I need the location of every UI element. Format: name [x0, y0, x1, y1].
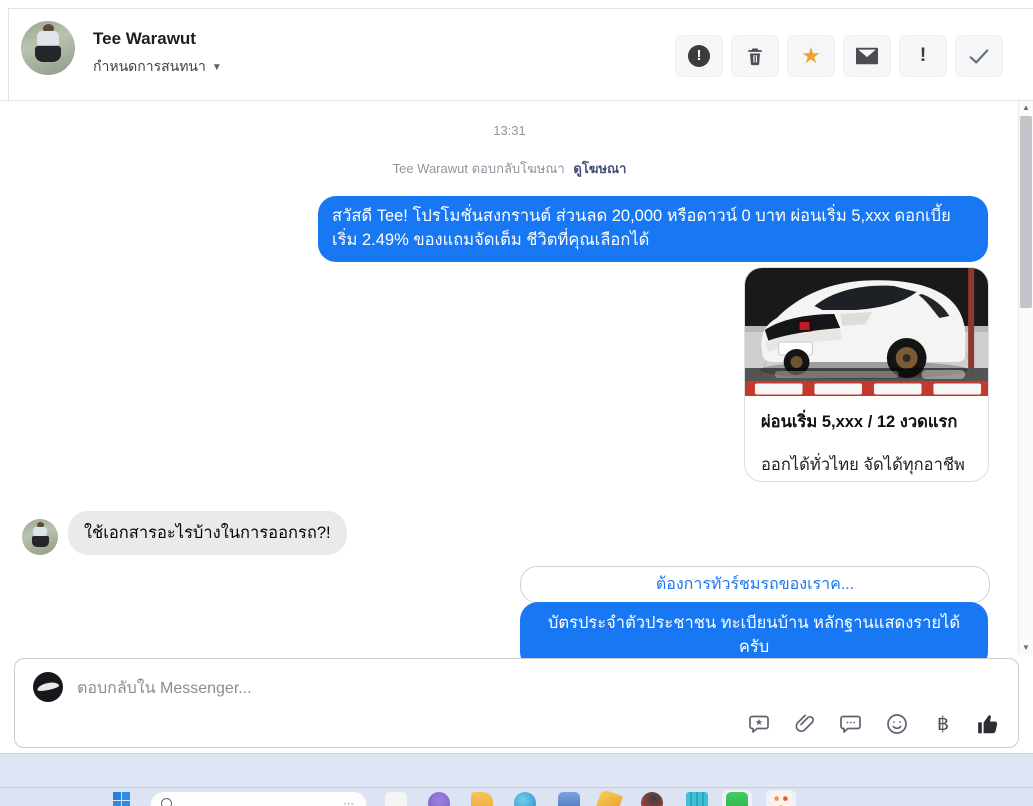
- ad-context-text: Tee Warawut ตอบกลับโฆษณา: [392, 161, 565, 176]
- ad-context-line: Tee Warawut ตอบกลับโฆษณา ดูโฆษณา: [0, 158, 1019, 179]
- windows-start-icon[interactable]: [113, 792, 130, 806]
- view-ad-link[interactable]: ดูโฆษณา: [573, 161, 626, 176]
- like-button[interactable]: [976, 711, 1002, 737]
- outgoing-promo-message[interactable]: สวัสดี Tee! โปรโมชั่นสงกรานต์ ส่วนลด 20,…: [318, 196, 988, 262]
- scroll-down-arrow[interactable]: ▼: [1019, 641, 1033, 655]
- baht-payment-icon: ฿: [936, 713, 950, 735]
- search-icon: [161, 798, 172, 806]
- emoji-icon: [887, 714, 907, 734]
- exclamation-icon: !: [919, 45, 927, 66]
- car-photo: [745, 268, 988, 396]
- star-icon: ★: [801, 43, 821, 68]
- file-explorer-icon[interactable]: [471, 792, 493, 806]
- scroll-up-arrow[interactable]: ▲: [1019, 101, 1033, 115]
- app-icon[interactable]: [428, 792, 450, 806]
- chat-scrollbar[interactable]: ▲ ▼: [1018, 101, 1033, 655]
- app-icon[interactable]: [594, 788, 624, 806]
- conversation-header: Tee Warawut กำหนดการสนทนา ▼ ! ★ !: [8, 8, 1033, 101]
- mark-unread-button[interactable]: [843, 35, 891, 77]
- quick-reply-bubble[interactable]: ต้องการทัวร์ชมรถของเราค...: [520, 566, 990, 603]
- comment-button[interactable]: [838, 711, 864, 737]
- chevron-down-icon: ▼: [211, 61, 222, 73]
- message-thread: 13:31 Tee Warawut ตอบกลับโฆษณา ดูโฆษณา ส…: [0, 101, 1019, 670]
- browser-icon[interactable]: [641, 792, 663, 806]
- report-circle-icon: !: [688, 45, 710, 67]
- trash-icon: [748, 48, 762, 66]
- follow-up-button[interactable]: ★: [787, 35, 835, 77]
- avatar-small[interactable]: [22, 519, 58, 555]
- mark-done-button[interactable]: [955, 35, 1003, 77]
- comment-dots-icon: [840, 715, 861, 733]
- incoming-message[interactable]: ใช้เอกสารอะไรบ้างในการออกรถ?!: [68, 511, 347, 555]
- contact-name[interactable]: Tee Warawut: [93, 29, 196, 49]
- desktop-band: [0, 754, 1033, 787]
- car-promo-card[interactable]: ผ่อนเริ่ม 5,xxx / 12 งวดแรก ออกได้ทั่วไท…: [744, 267, 989, 482]
- schedule-label: กำหนดการสนทนา: [93, 58, 206, 74]
- line-app-icon[interactable]: [726, 792, 748, 806]
- check-icon: [969, 49, 989, 64]
- card-title: ผ่อนเริ่ม 5,xxx / 12 งวดแรก: [761, 413, 958, 431]
- incoming-message-row: ใช้เอกสารอะไรบ้างในการออกรถ?!: [22, 511, 347, 555]
- avatar[interactable]: [21, 21, 75, 75]
- app-icon[interactable]: [558, 792, 580, 806]
- attach-button[interactable]: [792, 711, 818, 737]
- edge-browser-icon[interactable]: [514, 792, 536, 806]
- page-logo: [33, 672, 63, 702]
- scrollbar-thumb[interactable]: [1020, 116, 1032, 308]
- delete-button[interactable]: [731, 35, 779, 77]
- payment-button[interactable]: ฿: [930, 711, 956, 737]
- reply-input[interactable]: ตอบกลับใน Messenger...: [77, 676, 252, 701]
- composer-toolbar: ฿: [746, 711, 1002, 737]
- card-subtitle: ออกได้ทั่วไทย จัดได้ทุกอาชีพ: [761, 456, 965, 474]
- saved-replies-icon: [749, 715, 769, 733]
- app-icon[interactable]: [385, 792, 407, 806]
- taskbar-search[interactable]: ⋯: [150, 791, 367, 806]
- report-button[interactable]: !: [675, 35, 723, 77]
- keyboard-app-icon[interactable]: [686, 792, 708, 806]
- windows-taskbar: ⋯: [0, 788, 1033, 806]
- emoji-button[interactable]: [884, 711, 910, 737]
- conversation-actions: ! ★ !: [675, 35, 1003, 77]
- mark-important-button[interactable]: !: [899, 35, 947, 77]
- messenger-inbox-window: Tee Warawut กำหนดการสนทนา ▼ ! ★ ! 13:31 …: [0, 0, 1033, 806]
- search-ellipsis: ⋯: [343, 798, 354, 806]
- reply-composer[interactable]: ตอบกลับใน Messenger... ฿: [14, 658, 1019, 748]
- schedule-conversation-dropdown[interactable]: กำหนดการสนทนา ▼: [93, 56, 222, 78]
- saved-replies-button[interactable]: [746, 711, 772, 737]
- paperclip-icon: [795, 714, 815, 733]
- timestamp: 13:31: [493, 123, 526, 138]
- app-icon[interactable]: [770, 792, 792, 806]
- like-thumb-icon: [978, 715, 998, 734]
- mail-icon: [856, 47, 878, 65]
